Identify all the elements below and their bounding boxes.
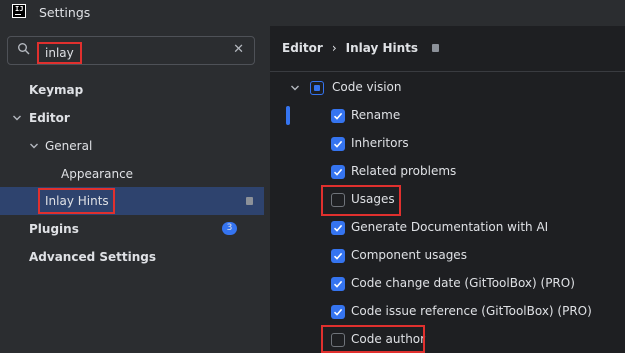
- tree-item-editor[interactable]: Editor: [0, 104, 264, 132]
- tree-item-keymap[interactable]: Keymap: [0, 76, 264, 104]
- search-icon: [18, 43, 30, 55]
- tree-item-advanced-settings[interactable]: Advanced Settings: [0, 243, 264, 271]
- plugins-update-badge: 3: [222, 222, 237, 235]
- option-label: Related problems: [351, 164, 457, 178]
- inlay-hints-panel: Editor › Inlay Hints Code vision Rename …: [270, 26, 625, 353]
- tree-item-inlay-hints[interactable]: Inlay Hints: [0, 187, 264, 215]
- search-value[interactable]: inlay: [37, 42, 82, 64]
- option-label: Inheritors: [351, 136, 409, 150]
- highlight-box-usages: [321, 185, 401, 216]
- tree-item-plugins[interactable]: Plugins 3: [0, 215, 264, 243]
- chevron-down-icon[interactable]: [290, 83, 300, 93]
- generate-docs-ai-checkbox[interactable]: [331, 221, 345, 235]
- intellij-app-icon: IJ: [12, 4, 26, 18]
- option-label: Component usages: [351, 248, 467, 262]
- tree-item-label: Inlay Hints: [38, 188, 115, 214]
- option-label: Generate Documentation with AI: [351, 220, 549, 234]
- option-label: Code change date (GitToolBox) (PRO): [351, 276, 575, 290]
- breadcrumb-current: Inlay Hints: [345, 41, 419, 55]
- window-title: Settings: [39, 5, 91, 20]
- project-scope-icon: [432, 44, 440, 52]
- highlight-box-code-author: [321, 325, 425, 353]
- tree-item-appearance[interactable]: Appearance: [0, 160, 264, 188]
- tree-item-general[interactable]: General: [0, 132, 264, 160]
- option-row-code-issue-reference[interactable]: Code issue reference (GitToolBox) (PRO): [270, 298, 625, 326]
- breadcrumb-separator: ›: [331, 41, 337, 55]
- related-problems-checkbox[interactable]: [331, 165, 345, 179]
- tree-item-label: Appearance: [61, 167, 134, 181]
- search-input[interactable]: inlay ✕: [7, 36, 255, 65]
- code-issue-reference-checkbox[interactable]: [331, 305, 345, 319]
- option-row-related-problems[interactable]: Related problems: [270, 158, 625, 186]
- tree-item-label: Plugins: [29, 222, 79, 236]
- title-bar: IJ Settings: [0, 0, 625, 26]
- code-vision-group-row[interactable]: Code vision: [270, 74, 625, 102]
- header-divider: [270, 71, 625, 72]
- close-icon[interactable]: ✕: [233, 42, 244, 57]
- tree-item-label: General: [45, 139, 93, 153]
- code-change-date-checkbox[interactable]: [331, 277, 345, 291]
- option-label: Rename: [351, 108, 401, 122]
- component-usages-checkbox[interactable]: [331, 249, 345, 263]
- inheritors-checkbox[interactable]: [331, 137, 345, 151]
- option-row-rename[interactable]: Rename: [270, 102, 625, 130]
- rename-checkbox[interactable]: [331, 109, 345, 123]
- option-row-generate-docs-ai[interactable]: Generate Documentation with AI: [270, 214, 625, 242]
- project-scope-icon: [246, 197, 253, 205]
- breadcrumb: Editor › Inlay Hints: [282, 41, 440, 55]
- option-row-inheritors[interactable]: Inheritors: [270, 130, 625, 158]
- code-vision-checkbox[interactable]: [310, 81, 324, 95]
- chevron-down-icon[interactable]: [12, 113, 22, 123]
- breadcrumb-editor[interactable]: Editor: [282, 41, 323, 55]
- option-label: Code issue reference (GitToolBox) (PRO): [351, 304, 592, 318]
- settings-tree-panel: inlay ✕ Keymap Editor General Appearance…: [0, 26, 270, 353]
- option-row-component-usages[interactable]: Component usages: [270, 242, 625, 270]
- code-vision-label: Code vision: [332, 80, 402, 94]
- option-row-code-change-date[interactable]: Code change date (GitToolBox) (PRO): [270, 270, 625, 298]
- tree-item-label: Keymap: [29, 83, 84, 97]
- tree-item-label: Editor: [29, 111, 70, 125]
- tree-item-label: Advanced Settings: [29, 250, 157, 264]
- chevron-down-icon[interactable]: [29, 141, 39, 151]
